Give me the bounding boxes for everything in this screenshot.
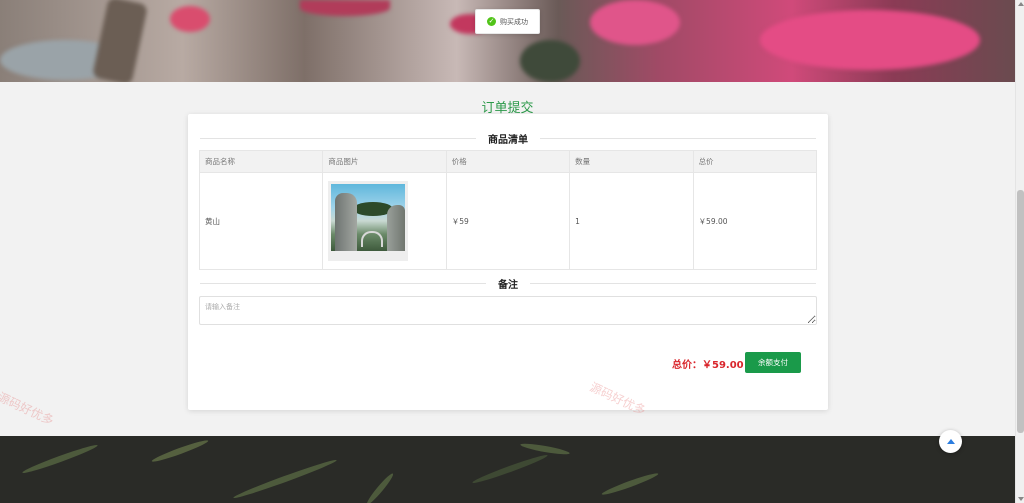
remark-input[interactable] <box>199 296 817 325</box>
footer-leaf <box>232 457 338 501</box>
footer-background <box>0 436 1015 503</box>
cell-name: 黄山 <box>198 172 324 270</box>
scroll-up-icon[interactable] <box>1018 2 1024 6</box>
cell-quantity: 1 <box>569 172 694 270</box>
photo-rock-shape <box>335 193 358 251</box>
table-header-row: 商品名称 商品图片 价格 数量 总价 <box>198 150 818 173</box>
scrollbar-thumb[interactable] <box>1017 190 1024 433</box>
banner-shape <box>300 0 390 16</box>
photo-rock-shape <box>387 205 406 251</box>
divider-line <box>540 137 816 139</box>
goods-section-divider: 商品清单 <box>200 131 816 146</box>
goods-section-title: 商品清单 <box>488 134 528 146</box>
divider-line <box>200 137 476 139</box>
product-photo <box>331 184 406 251</box>
table-row: 黄山 ￥59 1 ￥59.00 <box>198 172 818 270</box>
arrow-up-icon <box>946 439 955 444</box>
header-name: 商品名称 <box>198 150 324 173</box>
banner-shape <box>760 10 980 70</box>
remark-section-divider: 备注 <box>200 276 816 291</box>
toast-text: 购买成功 <box>500 17 528 26</box>
banner-shape <box>170 6 210 32</box>
photo-gate-shape <box>361 231 384 247</box>
scroll-down-icon[interactable] <box>1018 497 1024 501</box>
product-thumbnail[interactable] <box>328 181 409 261</box>
back-to-top-button[interactable] <box>939 430 962 453</box>
header-image: 商品图片 <box>322 150 447 173</box>
order-total: 总价：￥59.00 <box>672 360 744 371</box>
remark-section-title: 备注 <box>498 279 518 291</box>
watermark: 源码好优多 <box>0 389 56 428</box>
footer-leaf <box>600 470 660 498</box>
banner-shape <box>520 40 580 82</box>
cell-total: ￥59.00 <box>692 172 818 270</box>
order-card: 商品清单 商品名称 商品图片 价格 数量 总价 黄山 ￥59 1 ￥59.00 … <box>188 114 828 410</box>
divider-line <box>530 282 816 284</box>
footer-leaf <box>21 442 99 476</box>
page-scrollbar[interactable] <box>1015 0 1024 503</box>
cell-image <box>322 172 447 270</box>
success-toast: ✓ 购买成功 <box>475 9 540 34</box>
footer-leaf <box>364 471 396 503</box>
banner-shape <box>590 0 680 45</box>
check-circle-icon: ✓ <box>487 17 496 26</box>
footer-leaf <box>471 452 549 486</box>
banner-shape <box>91 0 149 82</box>
header-quantity: 数量 <box>569 150 694 173</box>
divider-line <box>200 282 486 284</box>
balance-pay-button[interactable]: 余额支付 <box>745 352 801 373</box>
header-price: 价格 <box>445 150 571 173</box>
cell-price: ￥59 <box>445 172 571 270</box>
footer-leaf <box>150 437 210 465</box>
header-total: 总价 <box>692 150 818 173</box>
goods-table: 商品名称 商品图片 价格 数量 总价 黄山 ￥59 1 ￥59.00 <box>198 150 818 270</box>
